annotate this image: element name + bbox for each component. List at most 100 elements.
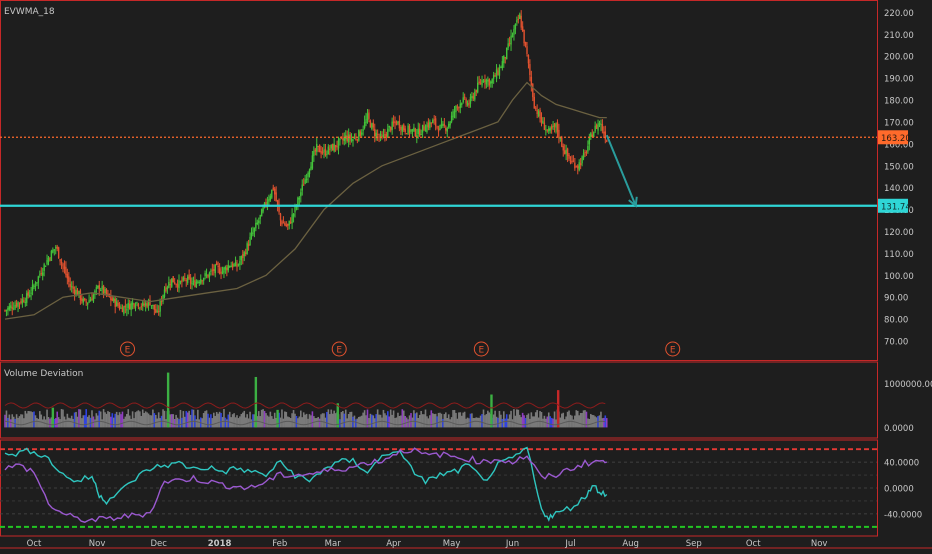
volume-bar (237, 418, 240, 428)
volume-bar (487, 410, 489, 428)
chart-stage: EVWMA_18 E E E E Volume Deviation 70.00 80.00… (0, 0, 932, 550)
candle-body (115, 301, 118, 307)
volume-bar (460, 415, 463, 428)
candle-body (91, 298, 93, 301)
candle-body (159, 301, 161, 312)
volume-bar (31, 412, 34, 428)
candle-body (163, 289, 166, 297)
candle-body (503, 55, 505, 64)
volume-bar (271, 416, 273, 428)
volume-bar (112, 417, 115, 428)
candle-body (68, 276, 70, 282)
volume-bar (392, 410, 395, 428)
candle-body (88, 300, 90, 303)
x-tick-label: May (443, 539, 461, 549)
volume-bar (228, 411, 231, 428)
oscillator-panel (0, 439, 878, 537)
volume-bar (542, 418, 544, 428)
volume-bar (18, 416, 21, 428)
candle-body (188, 274, 190, 279)
candle-body (82, 298, 84, 303)
volume-bar (395, 417, 398, 428)
candle-body (545, 129, 547, 131)
candle-body (405, 133, 408, 135)
candle-body (153, 304, 156, 310)
volume-bar (407, 419, 409, 428)
volume-bar (600, 411, 602, 428)
candle-body (253, 227, 256, 233)
volume-bar (36, 417, 38, 428)
volume-bar (321, 413, 324, 428)
candle-body (429, 121, 431, 129)
volume-bar (481, 414, 483, 428)
volume-bar (423, 414, 425, 428)
candle-body (555, 123, 557, 128)
volume-bar (202, 413, 205, 428)
candle-body (288, 220, 290, 226)
volume-tick-label: 1000000.0000 (884, 380, 932, 390)
candle-body (69, 283, 71, 287)
volume-bar (15, 414, 18, 428)
volume-bar (310, 415, 312, 428)
volume-spike (166, 372, 170, 428)
candle-body (478, 81, 480, 83)
candle-body (433, 119, 435, 121)
osc-tick-label: -40.0000 (884, 510, 922, 520)
volume-bar (233, 413, 235, 428)
volume-bar (83, 415, 86, 428)
candle-body (376, 134, 379, 136)
candle-body (501, 61, 504, 69)
volume-bar (163, 410, 166, 428)
volume-bar (547, 412, 550, 428)
volume-bar (591, 414, 594, 428)
volume-bar (581, 412, 583, 428)
volume-bar (376, 409, 379, 428)
volume-bar (147, 413, 150, 428)
candle-body (390, 127, 392, 131)
candle-body (332, 144, 334, 151)
volume-bar (305, 413, 308, 428)
candle-body (126, 309, 128, 311)
volume-bar (221, 417, 224, 428)
volume-bar (104, 412, 106, 428)
candle-body (517, 19, 519, 21)
volume-bar (131, 411, 134, 428)
volume-bar (204, 411, 206, 428)
candle-body (533, 96, 535, 109)
candle-body (530, 76, 533, 86)
candle-body (437, 128, 440, 132)
candle-body (101, 286, 103, 290)
volume-bar (536, 410, 538, 428)
candle-body (384, 134, 386, 136)
volume-bar (397, 412, 399, 428)
candle-body (417, 128, 419, 135)
volume-bar (442, 418, 444, 428)
earnings-marker-label: E (336, 346, 342, 356)
volume-bar (307, 418, 309, 428)
candle-body (391, 121, 393, 130)
candle-body (566, 148, 569, 157)
candle-body (44, 265, 47, 267)
candle-body (237, 264, 240, 266)
candle-body (303, 184, 305, 186)
candle-body (255, 222, 257, 229)
volume-bar (579, 413, 582, 428)
candle-body (279, 213, 282, 221)
candle-body (468, 103, 470, 106)
candle-body (426, 124, 428, 132)
candle-body (361, 132, 363, 135)
candle-body (182, 277, 185, 281)
candle-body (461, 103, 463, 105)
support-label: 131.74 (881, 202, 911, 212)
candle-body (591, 134, 593, 137)
candle-body (289, 221, 292, 224)
candle-body (455, 106, 457, 113)
candle-body (330, 144, 332, 149)
candle-body (604, 131, 606, 140)
candle-body (324, 148, 327, 156)
volume-bar (111, 413, 114, 428)
volume-bar (23, 418, 25, 428)
candle-body (139, 307, 141, 309)
candle-body (371, 123, 373, 130)
candle-body (603, 131, 605, 134)
